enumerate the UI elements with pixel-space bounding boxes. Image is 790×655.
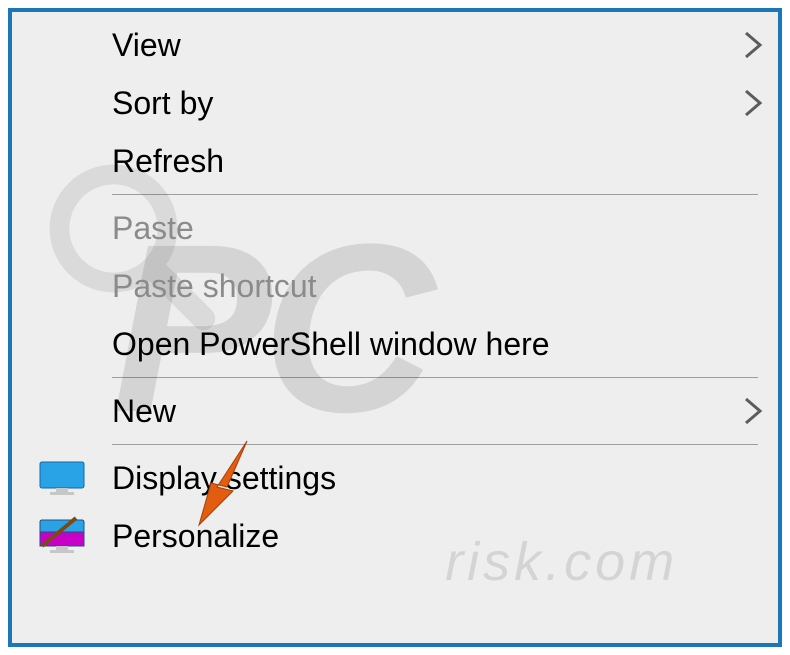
- menu-item-open-powershell[interactable]: Open PowerShell window here: [12, 315, 778, 373]
- menu-item-label: Personalize: [112, 518, 728, 555]
- menu-item-label: New: [112, 393, 728, 430]
- menu-separator: [112, 377, 758, 378]
- personalize-icon: [12, 516, 112, 556]
- menu-separator: [112, 194, 758, 195]
- menu-item-paste-shortcut: Paste shortcut: [12, 257, 778, 315]
- menu-item-label: Paste: [112, 210, 728, 247]
- menu-item-label: Display settings: [112, 460, 728, 497]
- submenu-chevron-icon: [728, 30, 778, 60]
- submenu-chevron-icon: [728, 396, 778, 426]
- menu-item-refresh[interactable]: Refresh: [12, 132, 778, 190]
- menu-item-label: Open PowerShell window here: [112, 326, 728, 363]
- submenu-chevron-icon: [728, 88, 778, 118]
- menu-item-label: Sort by: [112, 85, 728, 122]
- menu-item-display-settings[interactable]: Display settings: [12, 449, 778, 507]
- monitor-icon: [12, 458, 112, 498]
- context-menu: PC risk.com View Sort by Refresh Paste P…: [8, 8, 782, 647]
- menu-separator: [112, 444, 758, 445]
- menu-item-label: View: [112, 27, 728, 64]
- menu-item-label: Paste shortcut: [112, 268, 728, 305]
- menu-item-sort-by[interactable]: Sort by: [12, 74, 778, 132]
- menu-item-label: Refresh: [112, 143, 728, 180]
- menu-item-view[interactable]: View: [12, 16, 778, 74]
- menu-item-personalize[interactable]: Personalize: [12, 507, 778, 565]
- menu-item-new[interactable]: New: [12, 382, 778, 440]
- menu-item-paste: Paste: [12, 199, 778, 257]
